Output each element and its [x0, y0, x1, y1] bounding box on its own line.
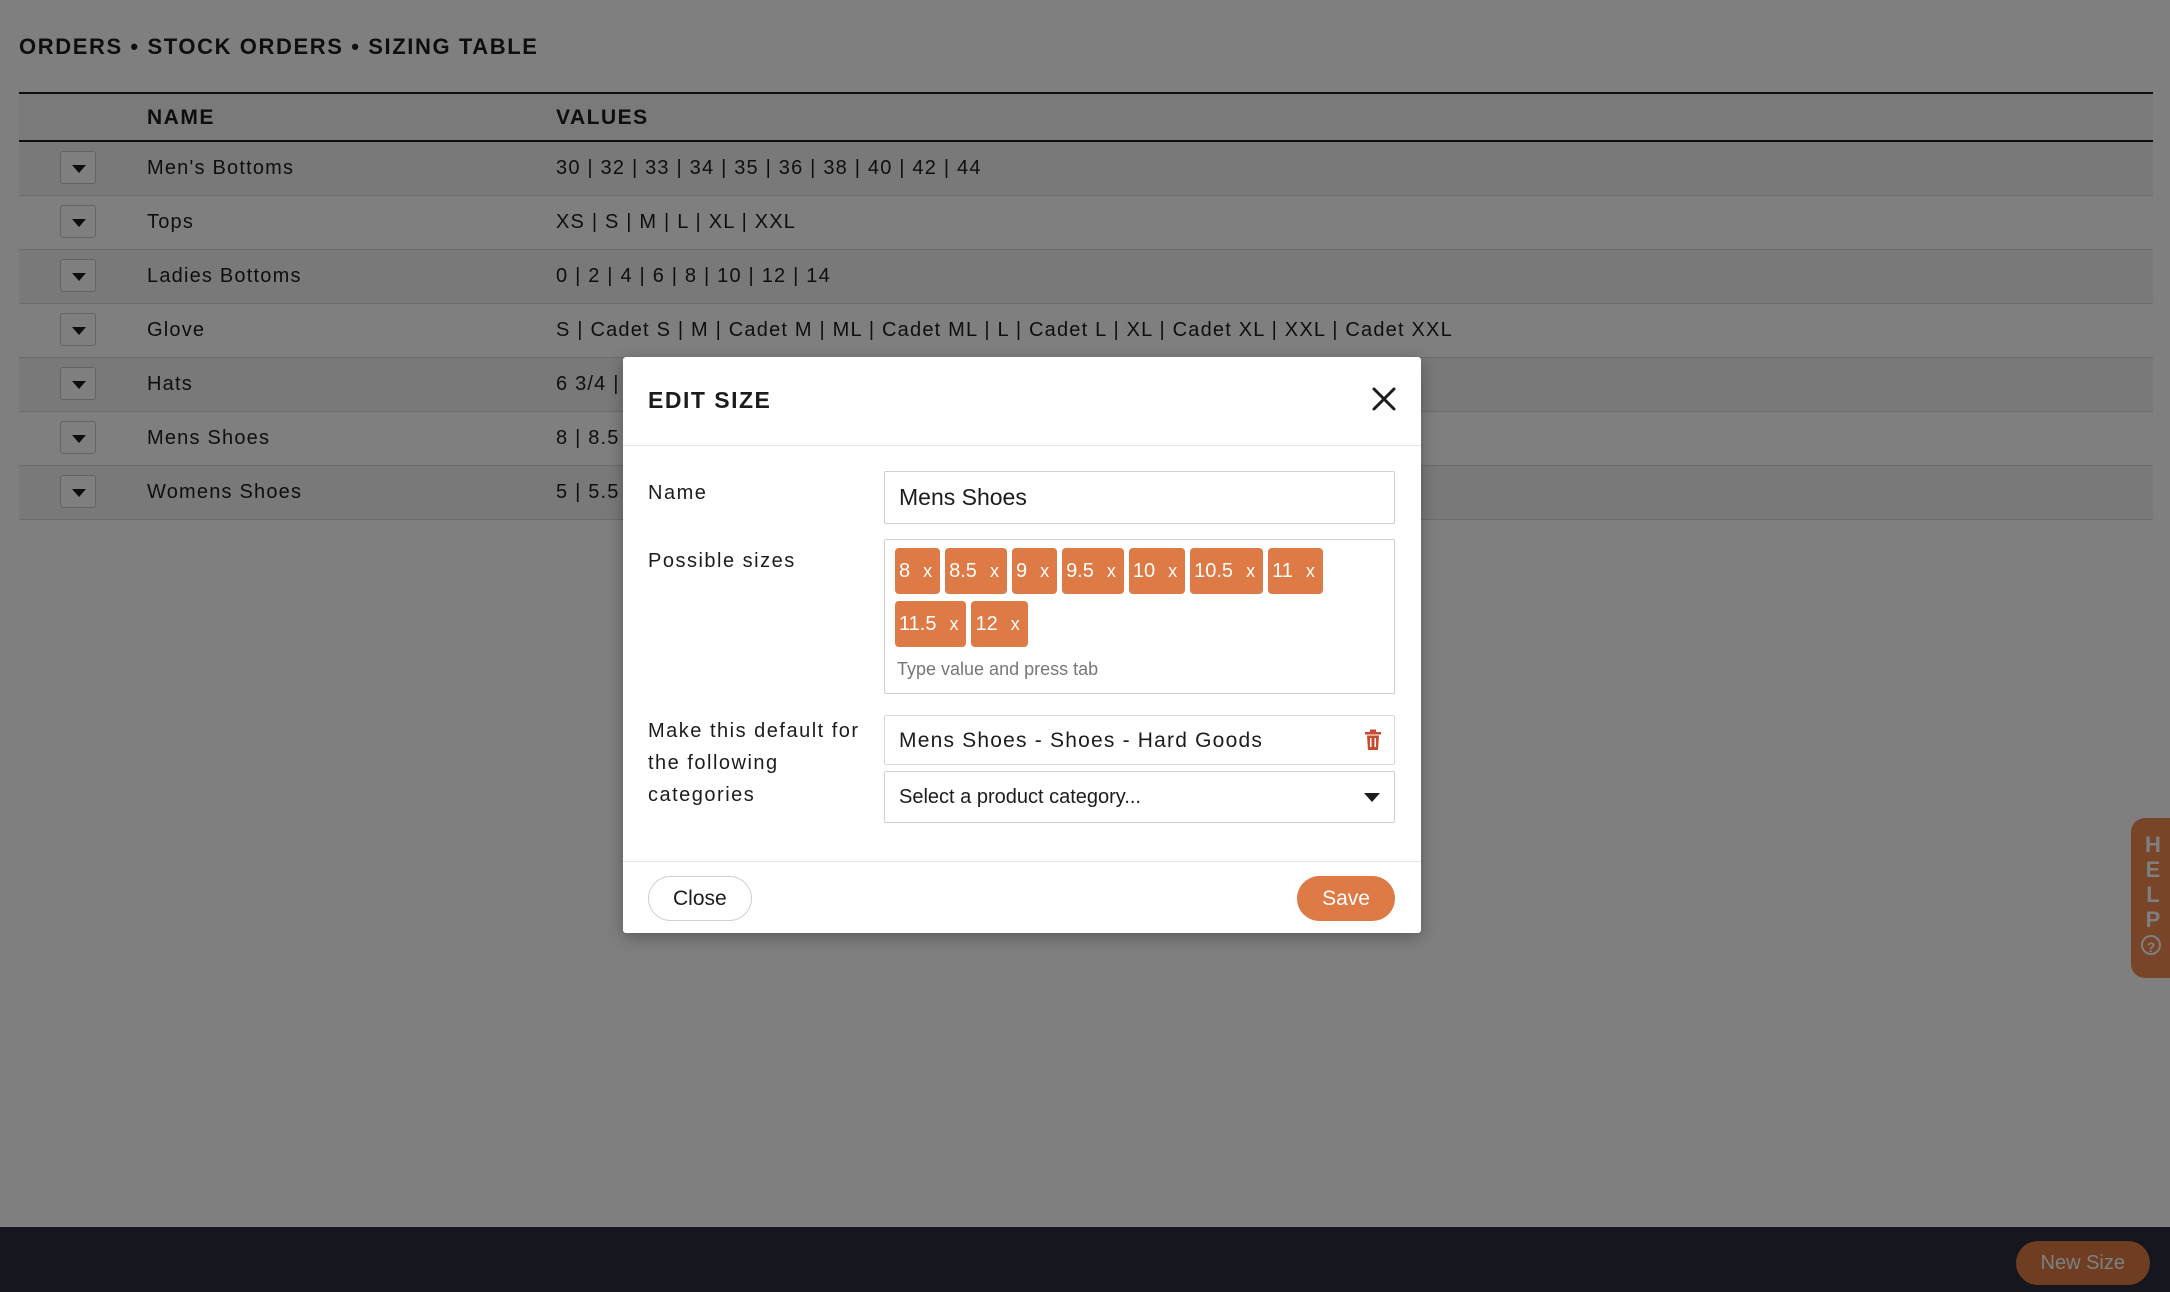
- remove-tag-button[interactable]: x: [1306, 561, 1315, 582]
- size-tag: 10.5 x: [1190, 548, 1264, 594]
- default-categories-label: Make this default for the following cate…: [648, 720, 860, 806]
- remove-tag-button[interactable]: x: [923, 561, 932, 582]
- size-tag-value: 11.5: [899, 612, 937, 635]
- close-button[interactable]: Close: [648, 876, 752, 921]
- size-tag-value: 11: [1272, 559, 1293, 582]
- trash-icon[interactable]: [1364, 729, 1382, 751]
- remove-tag-button[interactable]: x: [1011, 614, 1020, 635]
- name-label: Name: [648, 482, 708, 504]
- remove-tag-button[interactable]: x: [1107, 561, 1116, 582]
- size-tag: 9.5 x: [1062, 548, 1124, 594]
- size-tag-value: 9.5: [1066, 559, 1094, 582]
- size-tag: 8.5 x: [945, 548, 1007, 594]
- product-category-select[interactable]: Select a product category...: [884, 771, 1395, 823]
- size-tag: 11.5 x: [895, 601, 967, 647]
- size-tag-input[interactable]: [895, 658, 1369, 681]
- size-tag: 9x: [1011, 548, 1058, 594]
- size-tag-value: 10: [1132, 559, 1156, 582]
- size-tag-value: 9: [1015, 559, 1028, 582]
- size-tag-value: 12: [975, 612, 998, 635]
- modal-title: EDIT SIZE: [648, 387, 772, 413]
- close-icon[interactable]: [1369, 384, 1399, 414]
- remove-tag-button[interactable]: x: [1168, 561, 1177, 582]
- size-tag-list: 8x 8.5 x 9x 9.5 x 10 x 10.5 x 11 x 11.5 x 12 x: [895, 548, 1390, 647]
- remove-tag-button[interactable]: x: [1040, 561, 1049, 582]
- size-tag-value: 10.5: [1194, 559, 1234, 582]
- remove-tag-button[interactable]: x: [990, 561, 999, 582]
- edit-size-modal: EDIT SIZE Name Possible sizes 8x 8.5x 9x…: [623, 357, 1421, 933]
- default-category-name: Mens Shoes - Shoes - Hard Goods: [899, 729, 1264, 752]
- size-tag-value: 8: [899, 559, 911, 582]
- remove-tag-button[interactable]: x: [949, 614, 958, 635]
- size-tag-value: 8.5: [949, 559, 977, 582]
- possible-sizes-field[interactable]: 8x 8.5 x 9x 9.5 x 10 x 10.5 x 11 x 11.5 x 12 x: [884, 539, 1395, 694]
- save-button[interactable]: Save: [1297, 876, 1395, 921]
- chevron-down-icon: [1364, 793, 1380, 802]
- modal-header: EDIT SIZE: [623, 357, 1421, 446]
- category-select-placeholder: Select a product category...: [899, 786, 1141, 808]
- size-tag: 10 x: [1128, 548, 1186, 594]
- size-tag: 11 x: [1268, 548, 1323, 594]
- modal-footer: Close Save: [623, 861, 1421, 934]
- remove-tag-button[interactable]: x: [1246, 561, 1255, 582]
- default-category-item: Mens Shoes - Shoes - Hard Goods: [884, 715, 1395, 765]
- size-tag: 12 x: [971, 601, 1028, 647]
- possible-sizes-label: Possible sizes: [648, 550, 796, 572]
- size-tag: 8x: [895, 548, 941, 594]
- name-input[interactable]: [884, 471, 1395, 524]
